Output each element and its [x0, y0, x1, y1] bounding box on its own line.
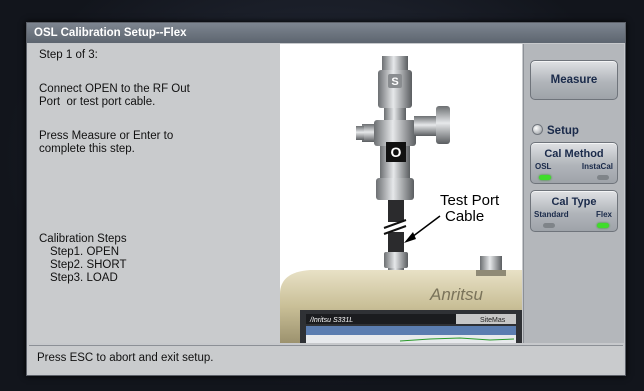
connector-diagram: S O Test Port Cable Anritsu /Inritsu S33…	[280, 56, 522, 343]
osl-indicator-icon	[539, 175, 551, 180]
instrument-screen-tab: SiteMas	[480, 317, 506, 324]
softkey-panel: Measure Setup Cal Method OSL InstaCal Ca…	[523, 44, 624, 343]
status-bar: Press ESC to abort and exit setup.	[29, 345, 623, 373]
cal-type-label: Cal Type	[551, 196, 597, 208]
flex-indicator-icon	[597, 223, 609, 228]
connection-illustration: S O Test Port Cable Anritsu /Inritsu S33…	[280, 44, 522, 343]
setup-radio-icon	[532, 124, 543, 135]
cal-method-label: Cal Method	[544, 148, 604, 160]
calibration-dialog: OSL Calibration Setup--Flex Step 1 of 3:…	[26, 22, 626, 376]
cal-type-option-standard: Standard	[534, 210, 569, 219]
step-indicator: Step 1 of 3:	[39, 49, 98, 61]
standard-indicator-icon	[543, 223, 555, 228]
press-instruction-1: Press Measure or Enter to	[39, 130, 174, 142]
cal-type-button[interactable]: Cal Type Standard Flex	[530, 190, 618, 232]
cal-method-option-instacal: InstaCal	[581, 162, 613, 171]
setup-submenu[interactable]: Setup	[532, 124, 579, 138]
setup-label: Setup	[547, 125, 579, 137]
cal-method-button[interactable]: Cal Method OSL InstaCal	[530, 142, 618, 184]
instrument-model: /Inritsu S331L	[309, 317, 353, 324]
steps-heading: Calibration Steps	[39, 233, 127, 245]
callout-test-port: Test Port	[440, 192, 500, 209]
dialog-title: OSL Calibration Setup--Flex	[27, 23, 625, 43]
short-port-label: S	[391, 76, 398, 88]
instacal-indicator-icon	[597, 175, 609, 180]
instructions-panel: Step 1 of 3: Connect OPEN to the RF Out …	[29, 44, 280, 343]
press-instruction-2: complete this step.	[39, 143, 135, 155]
open-port-label: O	[391, 144, 402, 160]
callout-cable: Cable	[445, 208, 484, 225]
brand-logo: Anritsu	[429, 285, 483, 304]
connect-instruction-2: Port or test port cable.	[39, 96, 156, 108]
cal-type-option-flex: Flex	[595, 210, 612, 219]
step-open: Step1. OPEN	[50, 246, 120, 258]
connect-instruction-1: Connect OPEN to the RF Out	[39, 83, 190, 95]
step-short: Step2. SHORT	[50, 259, 127, 271]
cal-method-option-osl: OSL	[535, 162, 552, 171]
step-load: Step3. LOAD	[50, 272, 118, 284]
measure-button[interactable]: Measure	[530, 60, 618, 100]
